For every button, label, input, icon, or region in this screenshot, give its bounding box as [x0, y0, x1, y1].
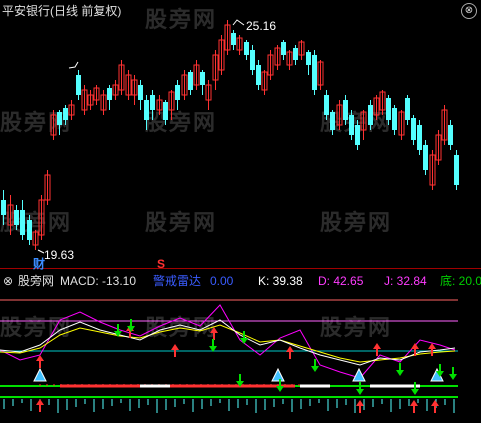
chart-canvas[interactable]	[0, 0, 481, 423]
candle-body	[107, 88, 112, 100]
candle-body	[330, 112, 335, 130]
bottom-value: 底: 20.00	[440, 274, 481, 288]
candle-body	[57, 112, 62, 125]
high-pointer	[232, 19, 245, 26]
candle-body	[405, 98, 410, 120]
finance-marker: 财	[33, 257, 46, 271]
candle-body	[368, 105, 373, 125]
candle-body	[144, 100, 149, 120]
candle-body	[392, 108, 397, 130]
candle-body	[343, 100, 348, 120]
candle-body	[411, 118, 416, 140]
low-price-label: 19.63	[44, 248, 75, 262]
candle-body	[256, 65, 261, 85]
candle-body	[244, 42, 249, 55]
up-arrow-head	[411, 343, 419, 349]
indicator-site-label: 股旁网	[18, 274, 55, 288]
candle-body	[423, 145, 428, 170]
chart-window: 股旁网 股旁网 股旁网 股旁网 股旁网 股旁网 股旁网 股旁网 股旁网 股旁网 …	[0, 0, 481, 423]
macd-value: MACD: -13.10	[60, 274, 137, 288]
candle-body	[63, 108, 68, 120]
candle-body	[150, 95, 155, 110]
close-icon[interactable]: ⊗	[461, 3, 477, 19]
down-arrow-head	[396, 370, 404, 376]
alert-radar-label: 警戒雷达	[153, 274, 202, 288]
up-arrow-head	[410, 400, 418, 406]
down-arrow-head	[276, 386, 284, 392]
candle-body	[1, 200, 6, 215]
candle-body	[312, 55, 317, 90]
buy-triangle	[33, 367, 47, 382]
j-value: J: 32.84	[384, 274, 427, 288]
candle-body	[417, 125, 422, 150]
candle-body	[454, 155, 459, 185]
up-arrow-head	[36, 399, 44, 405]
k-value: K: 39.38	[258, 274, 303, 288]
down-arrow-head	[311, 366, 319, 372]
candle-body	[76, 75, 81, 95]
candle-body	[20, 210, 25, 235]
candle-body	[163, 102, 168, 120]
candle-body	[231, 33, 236, 45]
d-line	[0, 324, 456, 363]
down-arrow-head	[449, 374, 457, 380]
candle-body	[293, 48, 298, 60]
down-arrow-head	[356, 389, 364, 395]
indicator-close-icon[interactable]: ⊗	[3, 274, 13, 288]
j-line	[0, 304, 456, 379]
up-arrow-head	[373, 343, 381, 349]
candle-body	[281, 42, 286, 55]
candle-body	[386, 98, 391, 120]
high-price-label: 25.16	[246, 19, 277, 33]
sell-marker: S	[157, 257, 166, 271]
candle-body	[448, 125, 453, 145]
up-arrow-head	[356, 400, 364, 406]
up-arrow-head	[171, 344, 179, 350]
candle-body	[175, 85, 180, 100]
price-panel-title: 平安银行(日线 前复权)	[2, 4, 122, 18]
candle-body	[200, 72, 205, 85]
candle-body	[349, 115, 354, 135]
up-arrow-head	[431, 400, 439, 406]
pointer-1	[68, 61, 79, 69]
candle-body	[250, 50, 255, 70]
buy-triangle	[271, 367, 285, 382]
k-line	[0, 319, 456, 366]
candle-body	[355, 125, 360, 145]
d-value: D: 42.65	[318, 274, 364, 288]
candle-body	[138, 85, 143, 100]
up-arrow-head	[286, 346, 294, 352]
candle-body	[27, 220, 32, 240]
candle-body	[306, 52, 311, 65]
candle-body	[324, 95, 329, 115]
candle-body	[14, 210, 19, 225]
alert-radar-value: 0.00	[210, 274, 234, 288]
down-arrow-head	[411, 389, 419, 395]
candle-body	[188, 72, 193, 90]
